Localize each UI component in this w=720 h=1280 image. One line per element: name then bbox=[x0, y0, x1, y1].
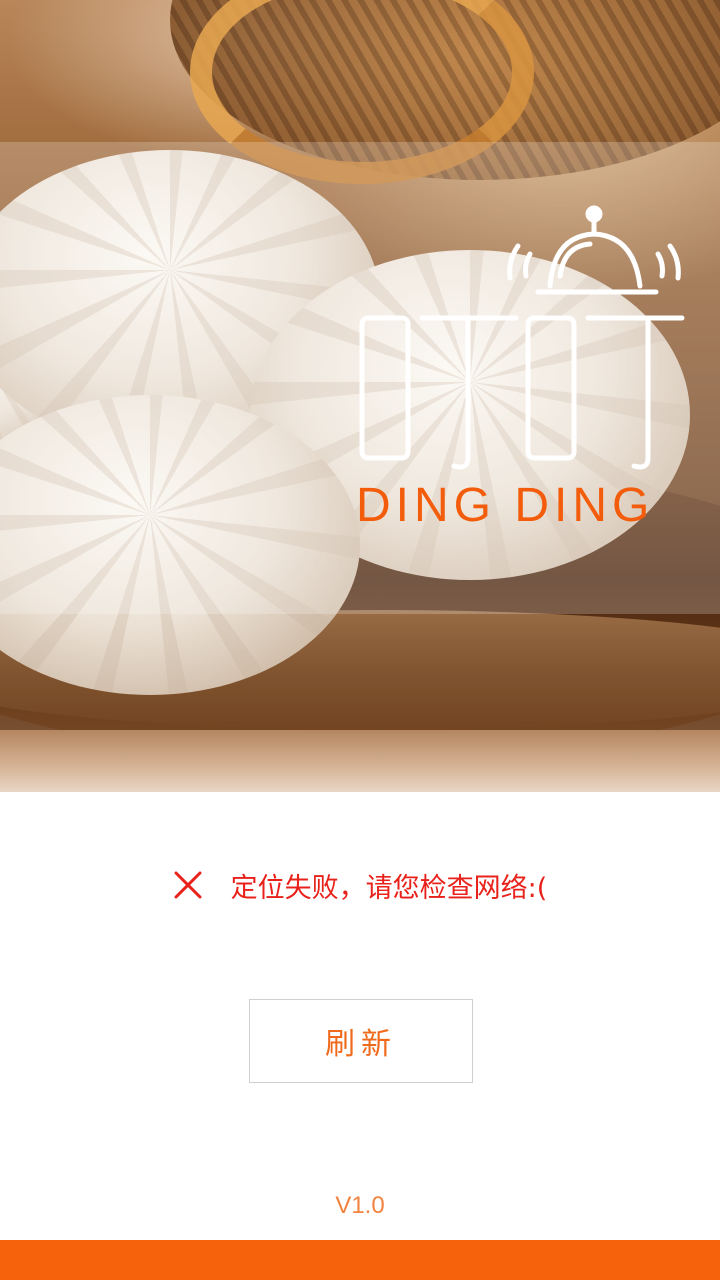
table-surface bbox=[0, 730, 720, 792]
app-version: V1.0 bbox=[335, 1192, 385, 1219]
location-error-row: 定位失败，请您检查网络:( bbox=[0, 860, 720, 910]
location-error-message: 定位失败，请您检查网络:( bbox=[230, 872, 548, 904]
hero-food-image bbox=[0, 0, 720, 792]
bottom-accent-bar bbox=[0, 1240, 720, 1280]
close-icon bbox=[174, 871, 202, 899]
refresh-button[interactable]: 刷新 bbox=[249, 999, 473, 1083]
brand-name-english: DING DING bbox=[356, 479, 655, 532]
splash-screen: DING DING 定位失败，请您检查网络:( 刷新 V1.0 bbox=[0, 0, 720, 1280]
